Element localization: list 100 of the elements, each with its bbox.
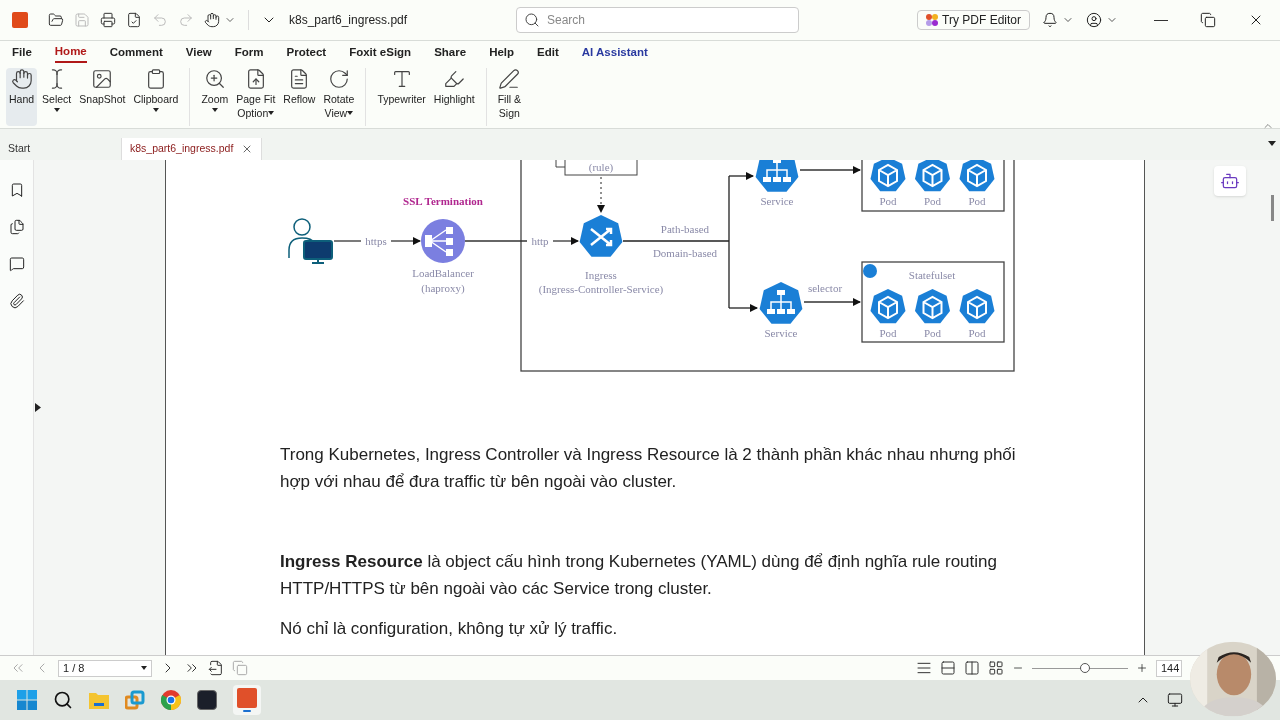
- search-icon: [524, 12, 540, 28]
- menu-tab[interactable]: Edit: [537, 43, 559, 63]
- ribbon-tool-button[interactable]: Typewriter: [374, 68, 429, 126]
- pod-label: Pod: [879, 195, 897, 207]
- terminal-app-icon[interactable]: [197, 690, 217, 710]
- ssl-label: SSL Termination: [403, 195, 483, 207]
- attachments-button[interactable]: [8, 293, 25, 309]
- comments-button[interactable]: [8, 256, 25, 272]
- ingress-icon: [579, 215, 623, 257]
- selector-label: selector: [807, 282, 843, 294]
- service-icon: [759, 282, 803, 324]
- file-button[interactable]: [126, 12, 142, 28]
- menu-tab[interactable]: Comment: [109, 43, 163, 63]
- bell-icon: [1042, 12, 1058, 28]
- pod-icon: [959, 289, 995, 324]
- continuous-page-icon: [940, 660, 956, 676]
- paperclip-icon: [8, 293, 25, 309]
- paragraph: Nó chỉ là configuration, không tự xử lý traffic.: [280, 618, 619, 640]
- minimize-icon: [1154, 19, 1168, 21]
- menu-tab[interactable]: Form: [234, 43, 264, 63]
- ribbon-tool-button[interactable]: Page Fit Option: [233, 68, 279, 126]
- statefulset-icon: [863, 264, 877, 278]
- save-icon: [74, 12, 90, 28]
- single-page-icon: [916, 660, 932, 676]
- user-icon: [1086, 12, 1102, 28]
- browser-icon[interactable]: [161, 690, 181, 710]
- reader-app-icon[interactable]: [233, 685, 261, 715]
- notifications-button[interactable]: [1042, 12, 1074, 28]
- pod-label: Pod: [923, 327, 942, 339]
- ribbon-tool-button[interactable]: Select: [39, 68, 75, 126]
- connector-arrow: [799, 166, 861, 174]
- try-editor-button[interactable]: Try PDF Editor: [917, 10, 1030, 30]
- node-label: Ingress: [585, 269, 617, 281]
- zoom-slider[interactable]: [1032, 663, 1128, 673]
- search-icon: [53, 690, 73, 710]
- menu-tab[interactable]: Home: [54, 43, 87, 63]
- file-icon: [126, 12, 142, 28]
- ribbon-tool-button[interactable]: SnapShot: [76, 68, 129, 126]
- hand-icon: [204, 12, 220, 28]
- slider-thumb[interactable]: [1079, 663, 1090, 673]
- menu-tab[interactable]: Share: [434, 43, 467, 63]
- hand-icon: [10, 68, 33, 90]
- assistant-button[interactable]: [1214, 166, 1246, 196]
- ribbon-tool-button[interactable]: Rotate View: [320, 68, 358, 126]
- paragraph: Trong Kubernetes, Ingress Controller và Ingress Resource là 2 thành phần khác nhau nhưng phối hợp với nhau để đưa traffic từ bên ngoài vào cluster.: [280, 444, 1017, 493]
- pod-label: Pod: [923, 195, 942, 207]
- menu-tab[interactable]: Help: [489, 43, 515, 63]
- menu-tab[interactable]: Foxit eSign: [349, 43, 412, 63]
- grid-page-icon: [988, 660, 1004, 676]
- connector-arrow: [803, 298, 861, 306]
- node-label: LoadBalancer: [412, 267, 474, 279]
- robot-icon: [1220, 171, 1240, 191]
- page-field[interactable]: 1 / 8: [58, 659, 152, 677]
- routing-label: Domain-based: [652, 247, 718, 259]
- pages-button[interactable]: [8, 219, 25, 235]
- start-icon[interactable]: [17, 690, 37, 710]
- menu-tab[interactable]: File: [12, 43, 32, 63]
- caret-icon: [141, 666, 147, 670]
- menu-tab[interactable]: AI Assistant: [581, 43, 648, 63]
- paragraph: Ingress Resource là object cấu hình trong Kubernetes (YAML) dùng để định nghĩa rule routing HTTP/HTTPS từ bên ngoài vào các Service trong cluster.: [280, 551, 998, 600]
- rotate-icon: [327, 68, 350, 90]
- open-button[interactable]: [48, 12, 64, 28]
- ribbon-tool-button[interactable]: Fill & Sign: [494, 68, 524, 126]
- restore-icon: [1200, 12, 1216, 28]
- highlighter-icon: [443, 68, 466, 90]
- app-logo: [12, 12, 28, 28]
- folder-icon[interactable]: [89, 691, 109, 709]
- folder-icon: [48, 12, 64, 28]
- ribbon-tool-button[interactable]: Highlight: [430, 68, 478, 126]
- account-button[interactable]: [1086, 12, 1118, 28]
- overlapping-squares-icon[interactable]: [125, 690, 145, 710]
- restore-button[interactable]: [1200, 12, 1216, 28]
- print-button[interactable]: [100, 12, 116, 28]
- page-icon: [208, 660, 224, 676]
- node-label: (Ingress-Controller-Service): [538, 283, 664, 295]
- ribbon-tool-button[interactable]: Hand: [6, 68, 38, 126]
- document-tab[interactable]: k8s_part6_ingress.pdf: [122, 138, 263, 160]
- node-label: (haproxy): [421, 282, 465, 294]
- edge-label: http: [531, 235, 549, 247]
- routing-label: Path-based: [660, 223, 710, 235]
- comment-icon: [8, 256, 25, 272]
- zoom-in-icon: [1136, 662, 1148, 674]
- pages-icon: [8, 219, 25, 235]
- hand-tool-button[interactable]: [204, 12, 236, 28]
- pod-label: Pod: [968, 327, 986, 339]
- pen-icon: [498, 68, 521, 90]
- edge-label: https: [365, 235, 387, 247]
- search-field[interactable]: Search: [516, 7, 799, 33]
- menu-tab[interactable]: Protect: [286, 43, 327, 63]
- printer-icon: [100, 12, 116, 28]
- dotted-arrow: [597, 176, 605, 213]
- ribbon-tool-button[interactable]: Clipboard: [130, 68, 182, 126]
- ribbon-tool-button[interactable]: Reflow: [280, 68, 319, 126]
- undo-icon: [152, 12, 168, 28]
- monitor-icon: [1167, 692, 1183, 708]
- zoom-field[interactable]: 144: [1156, 659, 1182, 677]
- colorful-grid-icon: [926, 14, 939, 26]
- ribbon-tool-button[interactable]: Zoom: [198, 68, 232, 126]
- zoom-in-icon: [203, 68, 226, 90]
- menu-tab[interactable]: View: [185, 43, 212, 63]
